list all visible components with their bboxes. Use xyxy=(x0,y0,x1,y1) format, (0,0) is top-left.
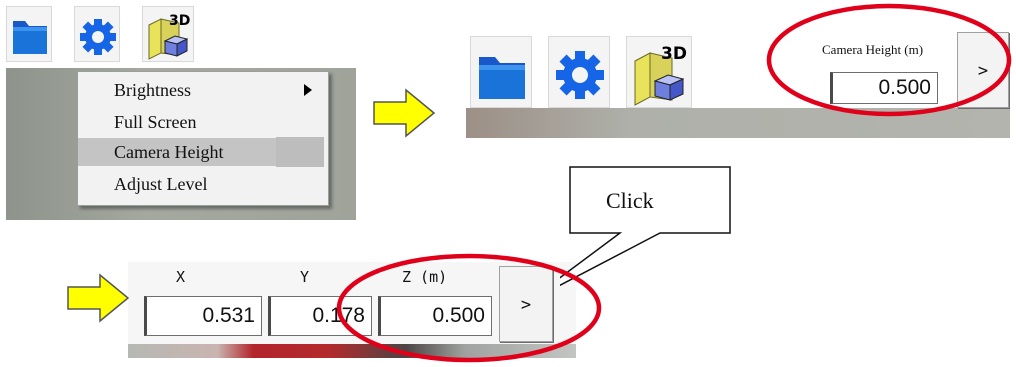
settings-button[interactable] xyxy=(74,6,120,62)
y-label: Y xyxy=(300,268,310,286)
folder-button[interactable] xyxy=(470,36,532,108)
highlight-ellipse-coords xyxy=(336,253,602,363)
flow-arrow-icon xyxy=(67,273,130,323)
folder-button[interactable] xyxy=(6,6,52,62)
x-field[interactable]: 0.531 xyxy=(144,296,262,336)
menu-item-camera-height[interactable]: Camera Height xyxy=(78,138,276,166)
x-label: X xyxy=(176,268,186,286)
menu-item-adjust-level[interactable]: Adjust Level xyxy=(78,170,328,198)
gear-icon xyxy=(556,51,604,99)
view-3d-button[interactable]: 3D xyxy=(142,6,194,62)
menu-item-label: Camera Height xyxy=(114,142,224,162)
menu-item-brightness[interactable]: Brightness xyxy=(78,76,328,104)
3d-view-icon: 3D xyxy=(634,44,687,106)
3d-view-icon: 3D xyxy=(148,13,190,60)
highlight-extension xyxy=(276,137,324,167)
menu-item-label: Brightness xyxy=(114,80,192,100)
3d-badge: 3D xyxy=(169,13,190,29)
menu-item-full-screen[interactable]: Full Screen xyxy=(78,108,328,136)
view-3d-button[interactable]: 3D xyxy=(626,36,692,108)
folder-icon xyxy=(479,57,525,99)
menu-item-label: Adjust Level xyxy=(114,174,208,194)
menu-item-label: Full Screen xyxy=(114,112,197,132)
click-callout-text: Click xyxy=(606,188,654,213)
submenu-arrow-icon xyxy=(304,84,312,96)
folder-icon xyxy=(13,21,47,54)
highlight-ellipse-camera-height xyxy=(766,3,1012,117)
settings-button[interactable] xyxy=(548,36,610,108)
gear-icon xyxy=(80,19,116,55)
flow-arrow-icon xyxy=(373,88,436,138)
3d-badge: 3D xyxy=(661,44,687,64)
